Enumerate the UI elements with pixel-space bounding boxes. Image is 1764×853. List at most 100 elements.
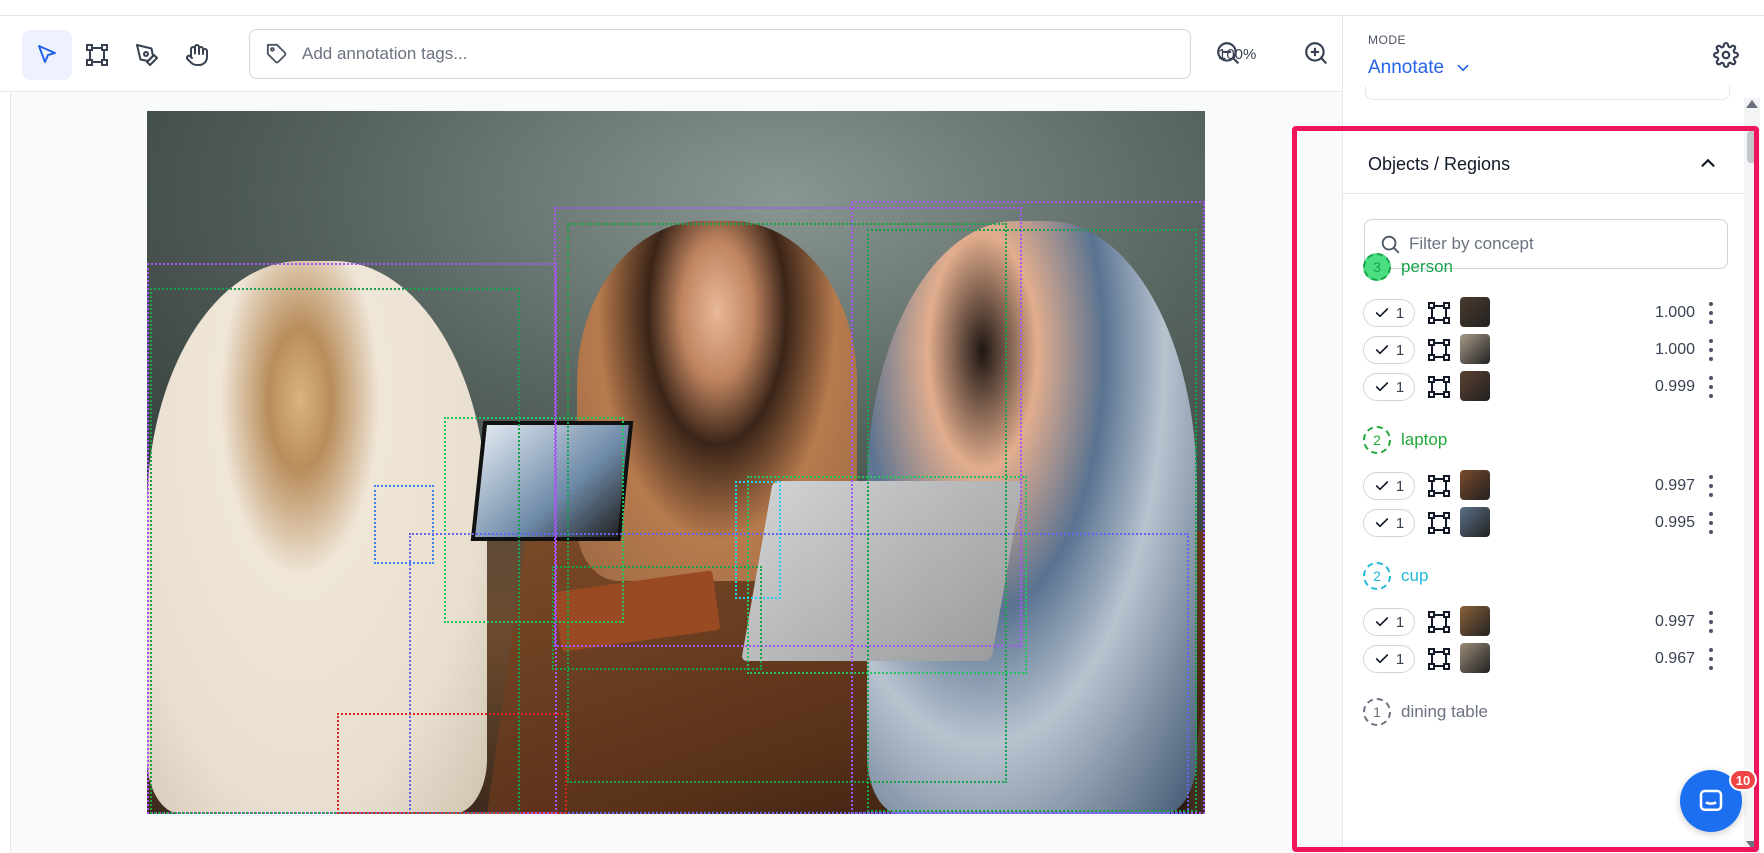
- bounding-box-icon: [1428, 302, 1450, 324]
- verify-count: 1: [1395, 304, 1405, 322]
- bounding-box-icon: [1428, 648, 1450, 670]
- pen-tool-icon: [136, 44, 158, 66]
- confidence-score: 1.000: [1654, 304, 1695, 321]
- verify-button[interactable]: 1: [1363, 608, 1415, 636]
- zoom-in-icon: [1305, 42, 1327, 64]
- bounding-box-icon: [1428, 339, 1450, 361]
- concept-label: laptop: [1401, 430, 1448, 449]
- verify-count: 1: [1395, 477, 1405, 495]
- collapsed-card-edge: [1365, 86, 1730, 100]
- concept-count-badge: 1: [1363, 698, 1391, 726]
- verify-count: 1: [1395, 341, 1405, 359]
- region-row[interactable]: 1 0.967: [1363, 643, 1723, 675]
- annotation-tags-field[interactable]: [249, 29, 1191, 79]
- filter-by-concept-input[interactable]: [1409, 234, 1709, 254]
- zoom-in-button[interactable]: [1303, 40, 1329, 66]
- objects-regions-title: Objects / Regions: [1368, 154, 1511, 174]
- search-icon: [1381, 235, 1400, 254]
- bounding-box-icon: [1428, 376, 1450, 398]
- more-options-icon[interactable]: [1707, 337, 1715, 363]
- concept-group-dining-table[interactable]: 1 dining table: [1363, 698, 1488, 726]
- region-thumbnail: [1460, 643, 1490, 673]
- annotated-image[interactable]: [147, 111, 1205, 814]
- settings-gear-icon[interactable]: [1713, 42, 1739, 68]
- mode-dropdown[interactable]: Annotate: [1368, 57, 1472, 79]
- region-box-book[interactable]: [552, 566, 762, 670]
- hand-icon: [186, 44, 208, 66]
- region-row[interactable]: 1 1.000: [1363, 334, 1723, 366]
- verify-button[interactable]: 1: [1363, 336, 1415, 364]
- verify-button[interactable]: 1: [1363, 373, 1415, 401]
- verify-button[interactable]: 1: [1363, 472, 1415, 500]
- bounding-box-icon: [1428, 512, 1450, 534]
- chevron-down-icon: [1457, 64, 1469, 72]
- objects-regions-header[interactable]: Objects / Regions: [1343, 132, 1744, 194]
- annotation-toolbar: 100%: [0, 16, 1342, 92]
- check-icon: [1375, 345, 1388, 355]
- scroll-up-arrow[interactable]: [1746, 100, 1758, 108]
- verify-count: 1: [1395, 613, 1405, 631]
- chevron-up-icon[interactable]: [1697, 152, 1719, 174]
- check-icon: [1375, 481, 1388, 491]
- region-row[interactable]: 1 0.995: [1363, 507, 1723, 539]
- zoom-level: 100%: [1218, 46, 1257, 63]
- verify-button[interactable]: 1: [1363, 299, 1415, 327]
- concept-group-laptop[interactable]: 2 laptop: [1363, 426, 1447, 454]
- cursor-arrow-icon: [38, 45, 56, 63]
- chat-bubble-icon: [1699, 789, 1723, 811]
- concept-count-badge: 2: [1363, 426, 1391, 454]
- region-thumbnail: [1460, 371, 1490, 401]
- check-icon: [1375, 308, 1388, 318]
- region-box-person[interactable]: [867, 229, 1197, 812]
- concept-label: dining table: [1401, 702, 1488, 721]
- region-thumbnail: [1460, 334, 1490, 364]
- bounding-box-icon: [86, 44, 108, 66]
- more-options-icon[interactable]: [1707, 609, 1715, 635]
- pan-tool-button[interactable]: [172, 30, 222, 80]
- region-row[interactable]: 1 0.997: [1363, 470, 1723, 502]
- region-row[interactable]: 1 0.997: [1363, 606, 1723, 638]
- verify-count: 1: [1395, 650, 1405, 668]
- select-tool-button[interactable]: [22, 30, 72, 80]
- concept-count-badge: 3: [1363, 253, 1391, 281]
- concept-count-badge: 2: [1363, 562, 1391, 590]
- more-options-icon[interactable]: [1707, 510, 1715, 536]
- bounding-box-icon: [1428, 611, 1450, 633]
- region-thumbnail: [1460, 470, 1490, 500]
- confidence-score: 0.999: [1654, 378, 1695, 395]
- verify-button[interactable]: 1: [1363, 645, 1415, 673]
- scroll-down-arrow[interactable]: [1746, 841, 1758, 849]
- chat-notification-badge: 10: [1729, 769, 1757, 791]
- confidence-score: 0.997: [1654, 477, 1695, 494]
- sidebar-scrollbar[interactable]: [1744, 98, 1760, 853]
- confidence-score: 1.000: [1654, 341, 1695, 358]
- region-box-chair[interactable]: [337, 713, 567, 814]
- check-icon: [1375, 654, 1388, 664]
- polygon-tool-button[interactable]: [122, 30, 172, 80]
- more-options-icon[interactable]: [1707, 646, 1715, 672]
- check-icon: [1375, 382, 1388, 392]
- more-options-icon[interactable]: [1707, 374, 1715, 400]
- bbox-tool-button[interactable]: [72, 30, 122, 80]
- verify-button[interactable]: 1: [1363, 509, 1415, 537]
- region-thumbnail: [1460, 507, 1490, 537]
- region-row[interactable]: 1 1.000: [1363, 297, 1723, 329]
- mode-label: MODE: [1368, 33, 1406, 47]
- right-sidebar: MODE Annotate Objects / Regions 3 person 1…: [1342, 16, 1764, 853]
- more-options-icon[interactable]: [1707, 300, 1715, 326]
- verify-count: 1: [1395, 378, 1405, 396]
- top-strip: [0, 0, 1764, 16]
- concept-group-person[interactable]: 3 person: [1363, 253, 1453, 281]
- concept-group-cup[interactable]: 2 cup: [1363, 562, 1428, 590]
- confidence-score: 0.967: [1654, 650, 1695, 667]
- concept-label: person: [1401, 257, 1453, 276]
- region-thumbnail: [1460, 297, 1490, 327]
- region-row[interactable]: 1 0.999: [1363, 371, 1723, 403]
- annotation-tags-input[interactable]: [302, 44, 1162, 64]
- more-options-icon[interactable]: [1707, 473, 1715, 499]
- mode-value: Annotate: [1368, 57, 1445, 78]
- verify-count: 1: [1395, 514, 1405, 532]
- check-icon: [1375, 617, 1388, 627]
- scrollbar-thumb[interactable]: [1747, 131, 1756, 163]
- concept-label: cup: [1401, 566, 1429, 585]
